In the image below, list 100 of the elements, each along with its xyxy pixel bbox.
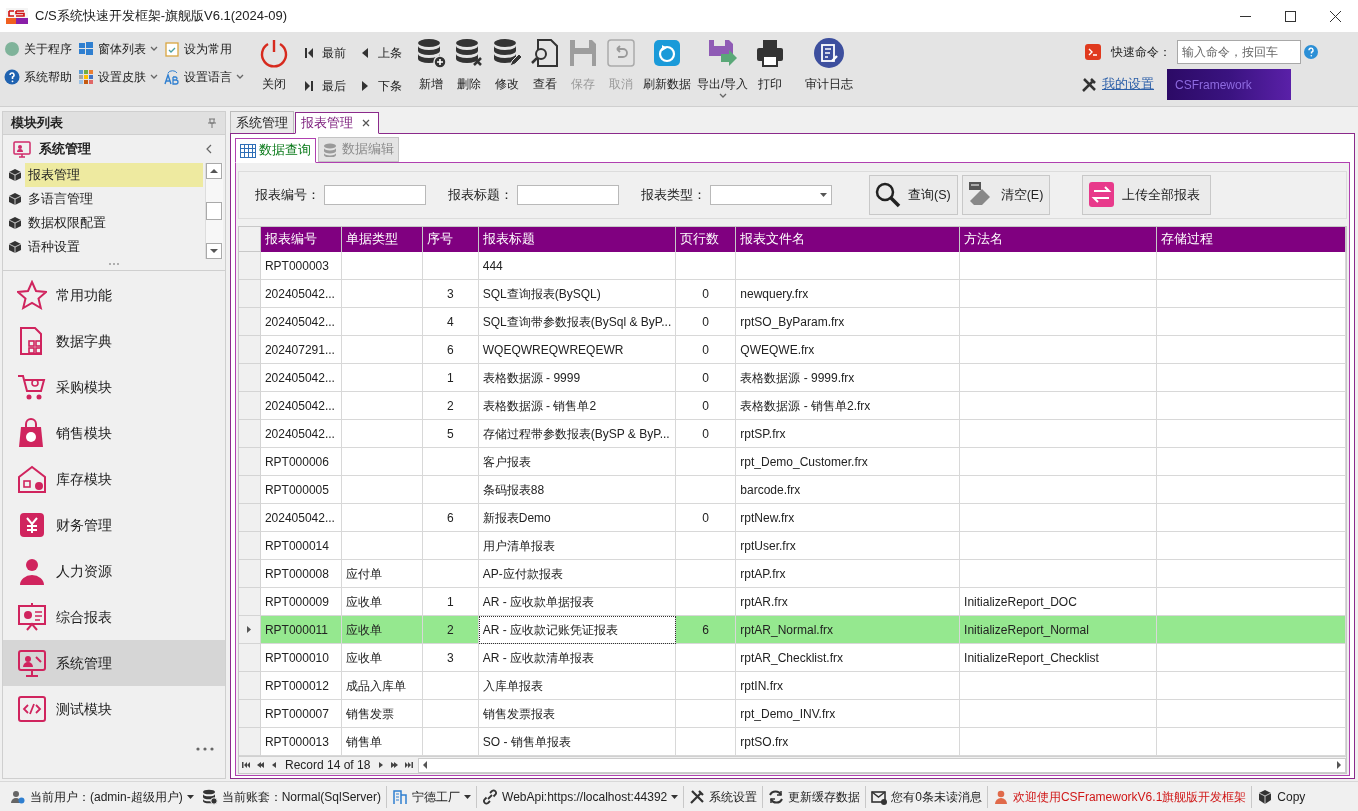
status-item[interactable]: WebApi:https://localhost:44392 <box>482 787 679 806</box>
module-item[interactable]: 采购模块 <box>3 364 225 410</box>
group-title: 系统管理 <box>39 140 91 159</box>
row-header[interactable] <box>239 280 261 308</box>
row-header[interactable] <box>239 392 261 420</box>
row-header[interactable] <box>239 448 261 476</box>
column-header[interactable]: 报表文件名 <box>736 227 961 252</box>
scrollbar[interactable] <box>205 163 223 259</box>
row-header[interactable] <box>239 364 261 392</box>
column-header[interactable]: 序号 <box>423 227 479 252</box>
toolbar-button[interactable]: 打印 <box>751 32 790 104</box>
action-button[interactable]: 上传全部报表 <box>1082 175 1212 215</box>
settings-link[interactable]: 我的设置 <box>1102 75 1154 94</box>
dropdown-field[interactable] <box>710 185 832 205</box>
previous-page-icon <box>256 761 264 769</box>
module-item[interactable]: 库存模块 <box>3 456 225 502</box>
row-header[interactable] <box>239 476 261 504</box>
sidebar-item[interactable]: 报表管理 <box>25 163 203 187</box>
status-item[interactable]: 当前账套：Normal(SqlServer) <box>201 787 382 806</box>
table-cell: RPT000007 <box>260 700 343 728</box>
toolbar-button[interactable]: 导出/导入 <box>694 32 752 104</box>
row-header[interactable] <box>239 504 261 532</box>
table-cell <box>675 672 737 700</box>
row-header[interactable] <box>239 588 261 616</box>
column-header[interactable]: 页行数 <box>675 227 737 252</box>
toolbar-button[interactable]: 删除 <box>450 32 488 104</box>
column-header[interactable]: 存储过程 <box>1157 227 1346 252</box>
toolbar-button[interactable]: 刷新数据 <box>640 32 694 104</box>
action-button[interactable]: 查询(S) <box>869 175 958 215</box>
row-header[interactable] <box>239 616 261 644</box>
status-item[interactable]: Copy <box>1257 787 1306 806</box>
row-header[interactable] <box>239 532 261 560</box>
row-header[interactable] <box>239 560 261 588</box>
toolbar-button[interactable]: 下条 <box>360 76 402 96</box>
toolbar-button[interactable]: 最后 <box>304 76 346 96</box>
status-item[interactable]: 当前用户：(admin-超级用户) <box>10 787 194 806</box>
toolbar-button[interactable]: 修改 <box>488 32 526 104</box>
table-cell: SQL查询带参数报表(BySql & ByP... <box>478 308 676 336</box>
row-header[interactable] <box>239 700 261 728</box>
action-button[interactable]: 清空(E) <box>961 175 1051 215</box>
table-cell <box>675 700 737 728</box>
status-item[interactable]: 欢迎使用CSFrameworkV6.1旗舰版开发框架 <box>992 787 1247 806</box>
record-counter: Record 14 of 18 <box>284 757 372 774</box>
table-cell: rptSP.frx <box>736 420 961 448</box>
column-header[interactable]: 单据类型 <box>342 227 423 252</box>
sidebar-item[interactable]: 数据权限配置 <box>25 211 203 235</box>
table-cell: 入库单报表 <box>478 672 676 700</box>
sidebar-item[interactable]: 语种设置 <box>25 235 203 259</box>
table-cell <box>675 560 737 588</box>
tab[interactable]: 系统管理 <box>230 111 294 133</box>
status-item[interactable]: 您有0条未读消息 <box>871 787 982 806</box>
input-field[interactable] <box>517 185 619 205</box>
toolbar-button[interactable]: 设置皮肤 <box>78 68 158 86</box>
table-cell: AR - 应收款记账凭证报表 <box>478 616 676 644</box>
sidebar-item[interactable]: 多语言管理 <box>25 187 203 211</box>
toolbar-button[interactable]: 设置语言 <box>164 68 244 86</box>
status-item[interactable]: 宁德工厂 <box>392 787 472 806</box>
row-header[interactable] <box>239 420 261 448</box>
toolbar-button[interactable]: 查看 <box>526 32 564 104</box>
column-header[interactable]: 方法名 <box>960 227 1158 252</box>
toolbar-button[interactable]: 审计日志 <box>799 32 860 104</box>
toolbar-button[interactable]: 系统帮助 <box>4 68 72 86</box>
module-item[interactable]: 数据字典 <box>3 318 225 364</box>
horizontal-scrollbar[interactable] <box>418 757 1346 773</box>
column-header[interactable]: 报表编号 <box>260 227 343 252</box>
toolbar-button[interactable]: 最前 <box>304 43 346 63</box>
tab[interactable]: 数据查询 <box>235 138 316 163</box>
command-field[interactable]: 输入命令，按回车 <box>1177 40 1301 64</box>
row-header[interactable] <box>239 672 261 700</box>
input-field[interactable] <box>324 185 426 205</box>
floppy-arrow-icon <box>706 37 739 69</box>
module-item[interactable]: 人力资源 <box>3 548 225 594</box>
toolbar-button[interactable]: 关闭 <box>254 32 294 104</box>
table-cell: SQL查询报表(BySQL) <box>478 280 676 308</box>
module-item[interactable]: 测试模块 <box>3 686 225 732</box>
module-item[interactable]: 财务管理 <box>3 502 225 548</box>
toolbar-button[interactable]: 关于程序 <box>4 40 72 58</box>
toolbar-button[interactable]: 上条 <box>360 43 402 63</box>
table-cell <box>423 448 479 476</box>
table-cell: 用户清单报表 <box>478 532 676 560</box>
row-header[interactable] <box>239 644 261 672</box>
language-icon <box>164 69 180 85</box>
toolbar-button[interactable]: 新增 <box>412 32 450 104</box>
row-header[interactable] <box>239 252 261 280</box>
module-item[interactable]: 系统管理 <box>3 640 225 686</box>
column-header[interactable]: 报表标题 <box>478 227 676 252</box>
table-cell: RPT000003 <box>260 252 343 280</box>
module-item[interactable]: 综合报表 <box>3 594 225 640</box>
toolbar-button[interactable]: 窗体列表 <box>78 40 158 58</box>
toolbar-button[interactable]: 设为常用 <box>164 40 244 58</box>
previous-record-icon <box>360 47 370 59</box>
scrollbar-thumb[interactable] <box>206 202 222 220</box>
status-item[interactable]: 更新缓存数据 <box>768 787 861 806</box>
row-header[interactable] <box>239 336 261 364</box>
caret-icon <box>718 93 727 99</box>
row-header[interactable] <box>239 308 261 336</box>
status-item[interactable]: 系统设置 <box>689 787 758 806</box>
module-item[interactable]: 销售模块 <box>3 410 225 456</box>
module-item[interactable]: 常用功能 <box>3 272 225 318</box>
tab[interactable]: 报表管理 <box>295 112 379 134</box>
